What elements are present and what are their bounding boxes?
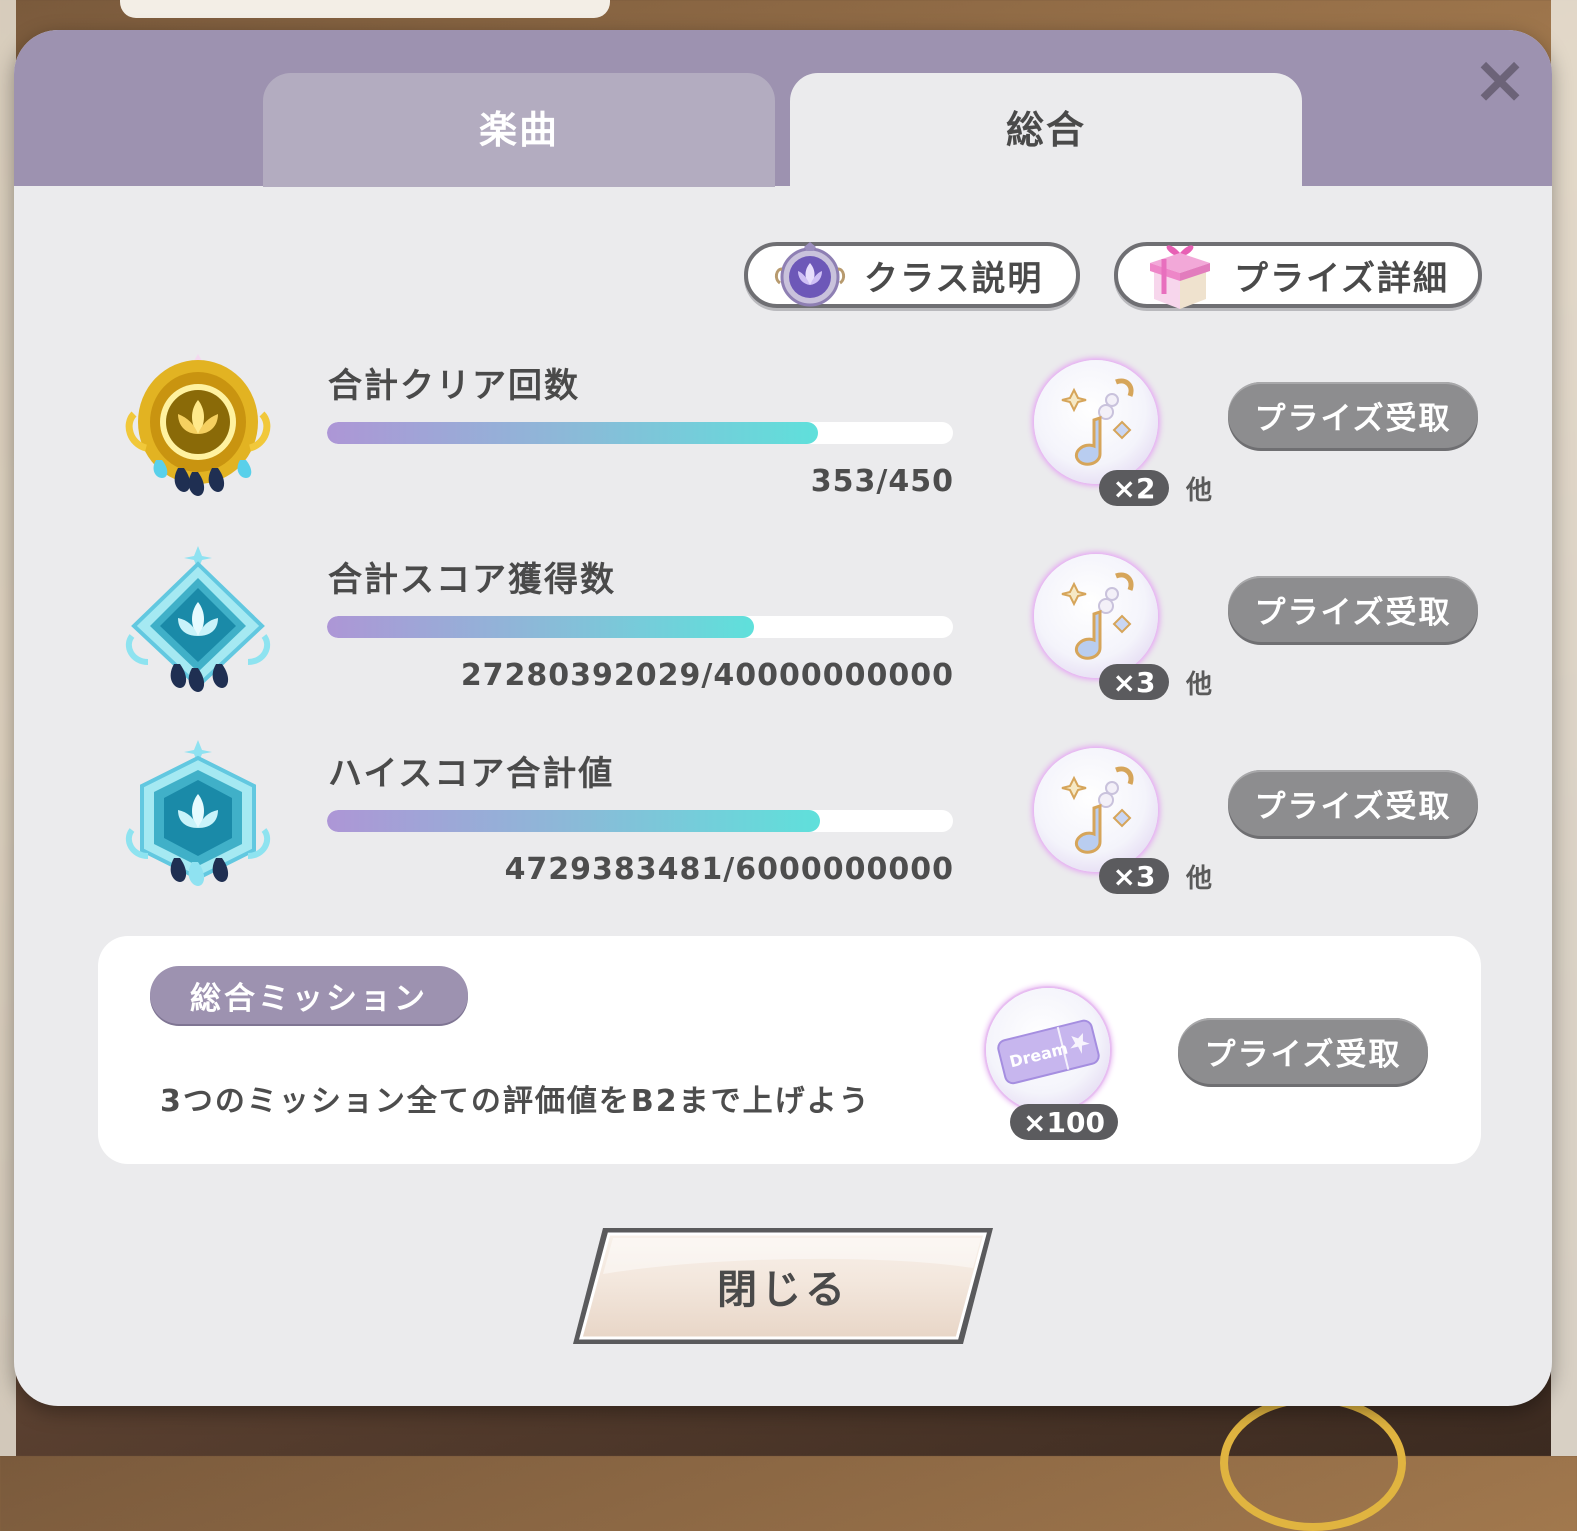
progress-row-clear-count: 合計クリア回数 353/450 ×2 他 プライズ受取: [14, 352, 1552, 542]
prize-details-label: プライズ詳細: [1234, 258, 1449, 299]
gold-lotus-badge-icon: [125, 354, 271, 496]
class-info-button[interactable]: クラス説明: [744, 242, 1080, 308]
row-title: ハイスコア合計値: [328, 754, 615, 794]
music-note-charm-icon: [1061, 766, 1134, 854]
diamond-lotus-badge-icon: [125, 546, 271, 692]
row-title: 合計スコア獲得数: [328, 560, 616, 600]
progress-value: 353/450: [810, 464, 954, 499]
music-note-charm-icon: [1061, 378, 1134, 466]
progress-value: 27280392029/40000000000: [460, 658, 954, 693]
row-title: 合計クリア回数: [328, 366, 580, 406]
dream-ticket-icon: Dream: [997, 1019, 1100, 1085]
receive-prize-button[interactable]: プライズ受取: [1228, 382, 1478, 448]
mission-reward-count-badge: ×100: [1010, 1104, 1118, 1140]
progress-bar-fill: [327, 422, 818, 444]
progress-bar: [327, 422, 953, 444]
reward-count-badge: ×3: [1099, 858, 1169, 894]
mission-tag: 総合ミッション: [150, 966, 468, 1024]
prize-details-button[interactable]: プライズ詳細: [1114, 242, 1482, 309]
progress-row-high-score: ハイスコア合計値 4729383481/6000000000 ×3 他 プライズ…: [14, 740, 1552, 930]
lotus-emblem-icon: [774, 242, 846, 307]
mission-receive-prize-button[interactable]: プライズ受取: [1178, 1018, 1428, 1084]
music-note-charm-icon: [1061, 572, 1134, 660]
close-icon[interactable]: ×: [1470, 47, 1530, 113]
receive-prize-button[interactable]: プライズ受取: [1228, 576, 1478, 642]
gift-box-icon: [1150, 245, 1210, 309]
close-button[interactable]: 閉じる: [563, 1222, 1003, 1350]
reward-count-badge: ×2: [1099, 470, 1169, 506]
reward-others-label: 他: [1186, 864, 1213, 894]
reward-others-label: 他: [1186, 476, 1213, 506]
reward-others-label: 他: [1186, 670, 1213, 700]
background-top-panel: [120, 0, 610, 18]
mission-reward-item[interactable]: Dream: [986, 988, 1110, 1112]
modal-header: [14, 30, 1552, 186]
class-info-label: クラス説明: [864, 258, 1044, 299]
hexagon-lotus-badge-icon: [125, 740, 271, 886]
progress-bar: [327, 810, 953, 832]
mission-description: 3つのミッション全ての評価値をB2まで上げよう: [160, 1084, 871, 1119]
background-ring: [1220, 1395, 1406, 1531]
progress-bar: [327, 616, 953, 638]
reward-count-badge: ×3: [1099, 664, 1169, 700]
tab-overall[interactable]: 総合: [790, 73, 1302, 187]
progress-row-total-score: 合計スコア獲得数 27280392029/40000000000 ×3 他 プラ…: [14, 546, 1552, 736]
progress-value: 4729383481/6000000000: [504, 852, 954, 887]
close-button-label: 閉じる: [717, 1267, 849, 1313]
tab-songs[interactable]: 楽曲: [263, 73, 775, 187]
progress-bar-fill: [327, 810, 821, 832]
progress-bar-fill: [327, 616, 754, 638]
background-right-strip: [1551, 0, 1577, 1456]
class-modal: 楽曲 総合 × クラス説明 プライズ詳細 合計クリア回数 353/450 ×2 …: [14, 30, 1552, 1406]
overall-mission-panel: 総合ミッション 3つのミッション全ての評価値をB2まで上げよう Dream ×1…: [98, 936, 1481, 1164]
receive-prize-button[interactable]: プライズ受取: [1228, 770, 1478, 836]
